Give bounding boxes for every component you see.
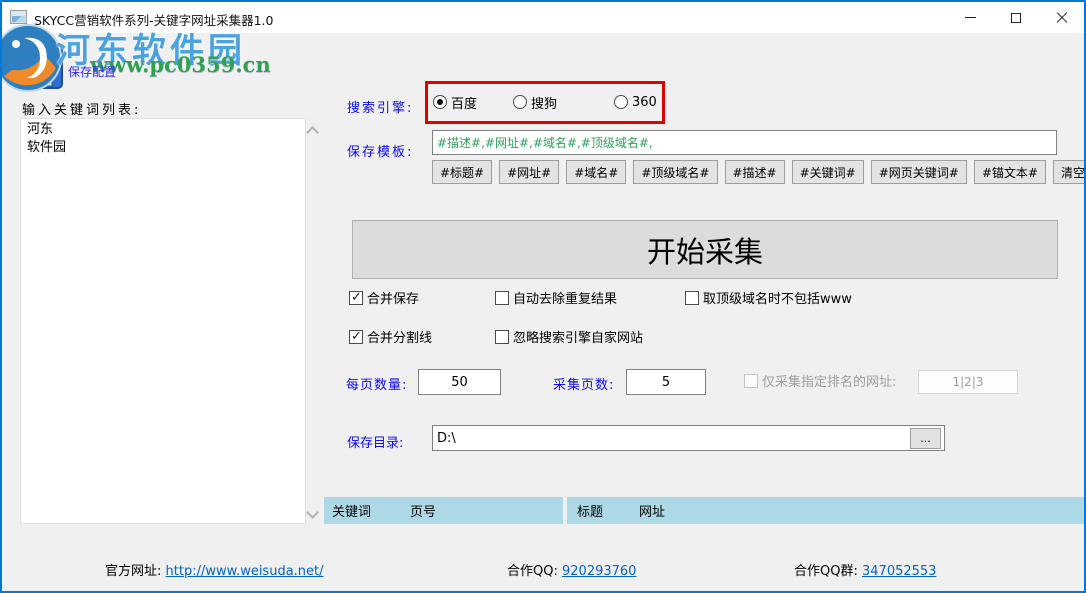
list-item[interactable]: 软件园 — [27, 139, 299, 157]
radio-icon — [513, 95, 527, 109]
save-config-link[interactable]: 保存配置 — [68, 63, 116, 80]
maximize-icon — [1011, 13, 1021, 23]
keyword-list-label: 输入关键词列表: — [22, 99, 141, 118]
tag-description-button[interactable]: #描述# — [725, 160, 785, 184]
keyword-list[interactable]: 河东 软件园 — [20, 118, 306, 524]
tag-title-button[interactable]: #标题# — [432, 160, 492, 184]
radio-option-baidu[interactable]: 百度 — [433, 94, 477, 110]
start-collect-button[interactable]: 开始采集 — [352, 220, 1058, 279]
save-template-label: 保存模板: — [347, 141, 413, 160]
checkbox-label: 取顶级域名时不包括www — [703, 288, 852, 307]
checkbox-label: 自动去除重复结果 — [513, 288, 617, 307]
checkbox-label: 合并分割线 — [367, 327, 432, 346]
maximize-button[interactable] — [993, 2, 1039, 33]
pages-label: 采集页数: — [553, 374, 614, 393]
minimize-icon — [965, 17, 976, 18]
column-header-title[interactable]: 标题 — [577, 501, 603, 520]
footer-qq: 合作QQ: 920293760 — [507, 560, 636, 579]
checkbox-no-www[interactable]: 取顶级域名时不包括www — [685, 290, 852, 305]
site-logo-icon — [0, 24, 62, 96]
tag-anchor-button[interactable]: #锚文本# — [974, 160, 1046, 184]
checkbox-checked-icon — [349, 291, 363, 305]
tag-page-keyword-button[interactable]: #网页关键词# — [871, 160, 967, 184]
clear-template-button[interactable]: 清空模板 — [1053, 160, 1086, 184]
tag-keyword-button[interactable]: #关键词# — [792, 160, 864, 184]
checkbox-checked-icon — [349, 330, 363, 344]
checkbox-rank-filter[interactable]: 仅采集指定排名的网址: — [744, 373, 896, 388]
app-icon — [10, 10, 27, 24]
checkbox-ignore-engine-sites[interactable]: 忽略搜索引擎自家网站 — [495, 329, 643, 344]
radio-label: 360 — [632, 95, 657, 110]
checkbox-label: 合并保存 — [367, 288, 419, 307]
tag-url-button[interactable]: #网址# — [499, 160, 559, 184]
column-header-keyword[interactable]: 关键词 — [332, 501, 371, 520]
pages-input[interactable] — [626, 369, 706, 395]
browse-button[interactable]: ... — [910, 428, 941, 449]
watermark-site-url: www.pc0359.cn — [90, 52, 271, 77]
qq-group-link[interactable]: 347052553 — [862, 564, 936, 579]
radio-option-360[interactable]: 360 — [614, 94, 657, 110]
minimize-button[interactable] — [947, 2, 993, 33]
radio-label: 百度 — [451, 93, 477, 112]
scroll-up-icon[interactable] — [306, 126, 319, 139]
per-page-label: 每页数量: — [346, 374, 407, 393]
radio-option-sogou[interactable]: 搜狗 — [513, 94, 557, 110]
radio-selected-icon — [433, 95, 447, 109]
qq-label: 合作QQ: — [507, 564, 558, 579]
checkbox-label: 忽略搜索引擎自家网站 — [513, 327, 643, 346]
app-window: SKYCC营销软件系列-关键字网址采集器1.0 河东软件园 www.pc0359… — [0, 0, 1086, 593]
official-site-link[interactable]: http://www.weisuda.net/ — [166, 564, 324, 579]
template-tag-row: #标题# #网址# #域名# #顶级域名# #描述# #关键词# #网页关键词#… — [432, 160, 1086, 184]
footer-official-site: 官方网址: http://www.weisuda.net/ — [105, 560, 324, 579]
checkbox-merge-divider[interactable]: 合并分割线 — [349, 329, 432, 344]
radio-icon — [614, 95, 628, 109]
qq-link[interactable]: 920293760 — [562, 564, 636, 579]
scroll-down-icon[interactable] — [306, 506, 319, 519]
checkbox-icon — [495, 291, 509, 305]
checkbox-icon — [495, 330, 509, 344]
search-engine-label: 搜索引擎: — [347, 97, 413, 116]
per-page-input[interactable] — [418, 369, 501, 395]
close-button[interactable] — [1039, 2, 1085, 33]
official-site-label: 官方网址: — [105, 564, 161, 579]
tag-domain-button[interactable]: #域名# — [566, 160, 626, 184]
checkbox-icon — [685, 291, 699, 305]
rank-filter-input — [918, 370, 1018, 394]
save-dir-label: 保存目录: — [347, 432, 403, 451]
checkbox-dedupe[interactable]: 自动去除重复结果 — [495, 290, 617, 305]
list-item[interactable]: 河东 — [27, 121, 299, 139]
results-header-right: 标题 网址 — [567, 497, 1086, 524]
tag-topdomain-button[interactable]: #顶级域名# — [633, 160, 717, 184]
column-header-url[interactable]: 网址 — [639, 501, 665, 520]
footer-qq-group: 合作QQ群: 347052553 — [794, 560, 936, 579]
save-dir-input[interactable] — [432, 425, 945, 451]
radio-label: 搜狗 — [531, 93, 557, 112]
results-header-left: 关键词 页号 — [324, 497, 563, 524]
column-header-page[interactable]: 页号 — [410, 501, 436, 520]
rank-filter-label: 仅采集指定排名的网址: — [762, 371, 896, 390]
qq-group-label: 合作QQ群: — [794, 564, 858, 579]
checkbox-disabled-icon — [744, 374, 758, 388]
close-icon — [1056, 12, 1068, 24]
save-template-input[interactable] — [432, 130, 1057, 155]
checkbox-merge-save[interactable]: 合并保存 — [349, 290, 419, 305]
